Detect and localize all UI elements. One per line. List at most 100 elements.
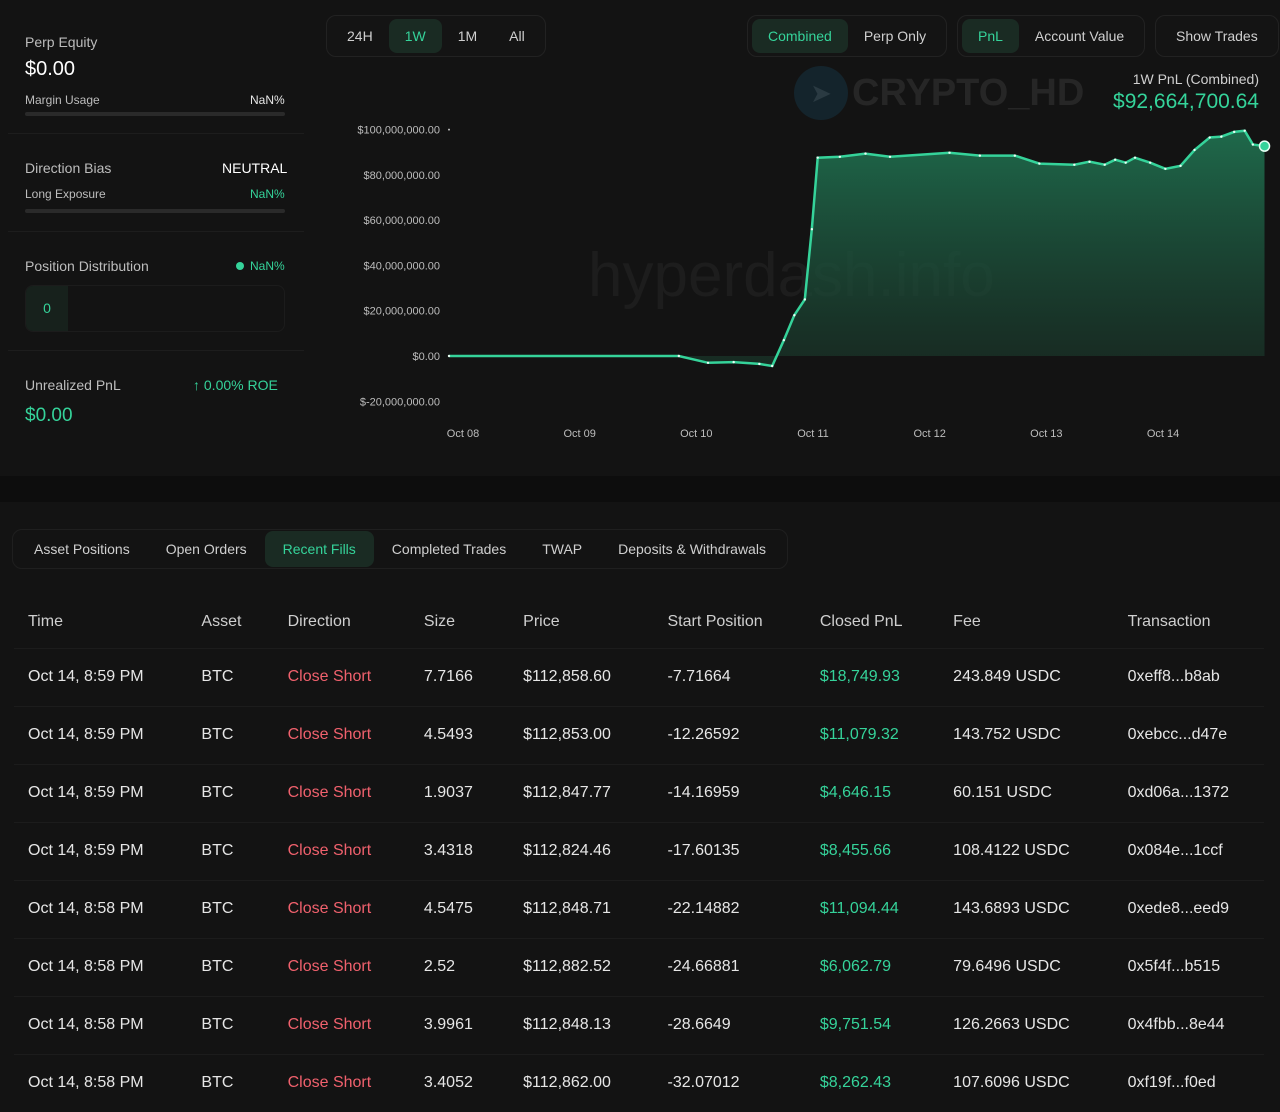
start-position-cell: -14.16959	[653, 763, 806, 822]
closed-pnl-cell: $8,262.43	[805, 1053, 940, 1112]
data-point	[1073, 163, 1076, 166]
data-point	[803, 298, 807, 301]
transaction-cell[interactable]: 0xebcc...d47e	[1113, 705, 1264, 764]
size-cell: 4.5493	[409, 705, 510, 764]
time-cell: Oct 14, 8:59 PM	[14, 821, 188, 880]
data-point	[793, 314, 796, 317]
fee-cell: 79.6496 USDC	[939, 937, 1114, 996]
price-cell: $112,848.13	[509, 995, 654, 1054]
y-tick-label: $40,000,000.00	[364, 260, 440, 272]
table-row[interactable]: Oct 14, 8:58 PM BTC Close Short 2.52 $112,88…	[14, 937, 1264, 996]
table-row[interactable]: Oct 14, 8:58 PM BTC Close Short 4.5475 $112,…	[14, 879, 1264, 938]
column-header[interactable]: Size	[410, 596, 509, 648]
direction-cell: Close Short	[273, 937, 410, 996]
transaction-cell[interactable]: 0xeff8...b8ab	[1113, 647, 1264, 706]
column-header[interactable]: Price	[509, 596, 653, 648]
direction-cell: Close Short	[273, 763, 410, 822]
time-cell: Oct 14, 8:58 PM	[14, 995, 188, 1054]
section-divider	[0, 476, 1280, 502]
column-header[interactable]: Start Position	[654, 596, 806, 648]
data-point	[770, 364, 774, 368]
data-point	[1193, 148, 1196, 152]
table-row[interactable]: Oct 14, 8:59 PM BTC Close Short 3.4318 $112,…	[14, 821, 1264, 880]
direction-cell: Close Short	[273, 705, 410, 764]
price-cell: $112,824.46	[509, 821, 654, 880]
time-cell: Oct 14, 8:58 PM	[14, 879, 188, 938]
transaction-cell[interactable]: 0xede8...eed9	[1113, 879, 1264, 938]
x-tick-label: Oct 13	[1030, 428, 1062, 440]
tab-recent-fills[interactable]: Recent Fills	[264, 531, 374, 567]
direction-cell: Close Short	[273, 879, 410, 938]
tab-deposits-withdrawals[interactable]: Deposits & Withdrawals	[600, 531, 784, 567]
size-cell: 3.4052	[409, 1053, 510, 1112]
tab-twap[interactable]: TWAP	[524, 531, 600, 567]
data-point	[1251, 143, 1255, 146]
asset-cell: BTC	[187, 647, 274, 706]
start-position-cell: -28.6649	[653, 995, 806, 1054]
closed-pnl-cell: $18,749.93	[805, 647, 940, 706]
asset-cell: BTC	[187, 763, 274, 822]
direction-cell: Close Short	[273, 995, 410, 1054]
pnl-chart: $100,000,000.00 $80,000,000.00 $60,000,000…	[357, 125, 1271, 440]
closed-pnl-cell: $6,062.79	[805, 937, 940, 996]
direction-cell: Close Short	[273, 647, 410, 706]
table-row[interactable]: Oct 14, 8:58 PM BTC Close Short 3.4052 $112,…	[14, 1053, 1264, 1112]
data-point	[1208, 136, 1211, 139]
time-cell: Oct 14, 8:59 PM	[14, 705, 188, 764]
column-header[interactable]: Asset	[187, 596, 273, 648]
transaction-cell[interactable]: 0xf19f...f0ed	[1113, 1053, 1264, 1112]
data-point	[782, 338, 786, 342]
transaction-cell[interactable]: 0xd06a...1372	[1113, 763, 1264, 822]
y-tick-label: $20,000,000.00	[364, 306, 440, 318]
size-cell: 2.52	[409, 937, 510, 996]
tab-open-orders[interactable]: Open Orders	[148, 531, 265, 567]
tab-completed-trades[interactable]: Completed Trades	[374, 531, 524, 567]
data-point	[1164, 167, 1167, 170]
transaction-cell[interactable]: 0x5f4f...b515	[1113, 937, 1264, 996]
closed-pnl-cell: $4,646.15	[805, 763, 940, 822]
time-cell: Oct 14, 8:59 PM	[14, 763, 188, 822]
asset-cell: BTC	[187, 821, 274, 880]
start-position-cell: -17.60135	[653, 821, 806, 880]
fee-cell: 143.752 USDC	[939, 705, 1114, 764]
table-row[interactable]: Oct 14, 8:59 PM BTC Close Short 4.5493 $112,…	[14, 705, 1264, 764]
price-cell: $112,848.71	[509, 879, 654, 938]
data-point	[1220, 135, 1223, 138]
start-position-cell: -22.14882	[653, 879, 806, 938]
data-point	[677, 354, 681, 358]
start-position-cell: -32.07012	[653, 1053, 806, 1112]
x-tick-label: Oct 10	[680, 428, 712, 440]
column-header[interactable]: Transaction	[1114, 596, 1264, 648]
tab-asset-positions[interactable]: Asset Positions	[16, 531, 148, 567]
data-point	[447, 354, 451, 358]
data-point	[1103, 163, 1106, 166]
table-row[interactable]: Oct 14, 8:58 PM BTC Close Short 3.9961 $112,…	[14, 995, 1264, 1054]
time-cell: Oct 14, 8:58 PM	[14, 1053, 188, 1112]
data-point	[1013, 154, 1017, 157]
start-position-cell: -7.71664	[653, 647, 806, 706]
fills-table: Time Asset Direction Size Price Start Positio…	[14, 596, 1264, 1112]
table-row[interactable]: Oct 14, 8:59 PM BTC Close Short 1.9037 $112,…	[14, 763, 1264, 822]
column-header[interactable]: Fee	[939, 596, 1113, 648]
pnl-area	[448, 130, 1265, 366]
transaction-cell[interactable]: 0x084e...1ccf	[1113, 821, 1264, 880]
closed-pnl-cell: $11,094.44	[805, 879, 940, 938]
fee-cell: 60.151 USDC	[939, 763, 1114, 822]
size-cell: 3.9961	[409, 995, 510, 1054]
price-cell: $112,853.00	[509, 705, 654, 764]
data-point	[1232, 130, 1236, 134]
data-point	[948, 151, 951, 154]
data-point	[888, 155, 892, 158]
column-header[interactable]: Direction	[274, 596, 410, 648]
tick-dot	[448, 128, 450, 131]
column-header[interactable]: Closed PnL	[806, 596, 939, 648]
start-position-cell: -24.66881	[653, 937, 806, 996]
data-point	[1258, 140, 1271, 152]
y-tick-label: $100,000,000.00	[357, 125, 440, 137]
transaction-cell[interactable]: 0x4fbb...8e44	[1113, 995, 1264, 1054]
data-point	[732, 360, 735, 364]
data-point	[1088, 160, 1091, 163]
table-row[interactable]: Oct 14, 8:59 PM BTC Close Short 7.7166 $112,…	[14, 647, 1264, 706]
column-header[interactable]: Time	[14, 596, 187, 648]
closed-pnl-cell: $11,079.32	[805, 705, 940, 764]
